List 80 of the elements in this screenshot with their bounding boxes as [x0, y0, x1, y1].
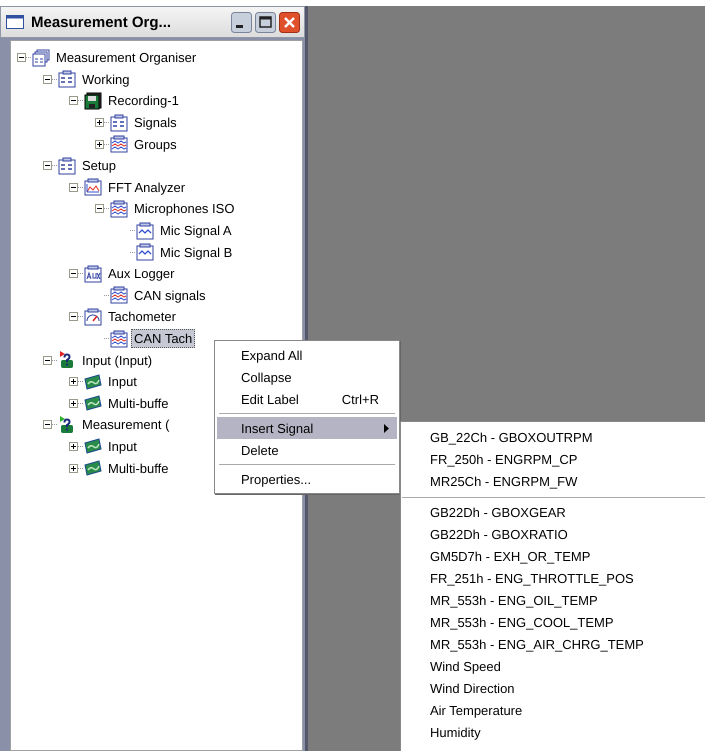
collapse-icon[interactable]	[43, 74, 52, 84]
submenu-arrow-icon	[384, 424, 389, 432]
menu-item[interactable]: GB22Dh - GBOXRATIO	[401, 524, 705, 546]
menu-item[interactable]: Wind Direction	[401, 678, 705, 700]
tree-item[interactable]: Tachometer	[105, 307, 179, 326]
aux-icon	[84, 264, 102, 283]
wave-icon	[84, 372, 102, 391]
close-button[interactable]	[279, 12, 300, 32]
documents-icon	[32, 48, 50, 67]
tree-item[interactable]: Measurement Organiser	[53, 48, 200, 68]
wave-icon	[84, 437, 102, 456]
chart-icon	[84, 178, 102, 196]
menu-item[interactable]: GB22Dh - GBOXGEAR	[401, 502, 705, 524]
collapse-icon[interactable]	[17, 53, 26, 62]
tree-item[interactable]: Input (Input)	[79, 350, 156, 370]
tree-item[interactable]: Mic Signal B	[157, 242, 236, 262]
floppy-disk-icon	[84, 92, 102, 110]
collapse-icon[interactable]	[95, 204, 104, 214]
waveform-group-icon	[110, 330, 128, 348]
tree-item[interactable]: Groups	[131, 134, 180, 154]
tree-item[interactable]: CAN signals	[131, 286, 209, 305]
collapse-icon[interactable]	[69, 269, 78, 278]
menu-item[interactable]: Properties...	[217, 468, 397, 490]
gauge-icon	[84, 308, 102, 326]
collapse-icon[interactable]	[69, 312, 78, 322]
menu-item[interactable]: Delete	[217, 439, 397, 461]
menu-item[interactable]: FR_250h - ENGRPM_CP	[401, 449, 705, 471]
window-title: Measurement Org...	[31, 14, 172, 30]
waveform-group-icon	[110, 286, 128, 304]
wave-icon	[84, 394, 102, 412]
menu-item[interactable]: MR_553h - ENG_COOL_TEMP	[401, 612, 705, 634]
document-icon	[58, 156, 76, 175]
document-icon	[110, 114, 128, 132]
tree-item[interactable]: Mic Signal A	[157, 221, 235, 240]
collapse-icon[interactable]	[43, 420, 52, 430]
tree-item[interactable]: Aux Logger	[105, 264, 178, 284]
expand-icon[interactable]	[95, 140, 104, 149]
waveform-icon	[136, 243, 154, 262]
tree-item[interactable]: Recording-1	[105, 91, 182, 110]
menu-item[interactable]: Wind Speed	[401, 656, 705, 678]
menu-item[interactable]: FR_251h - ENG_THROTTLE_POS	[401, 568, 705, 590]
expand-icon[interactable]	[95, 118, 104, 128]
collapse-icon[interactable]	[43, 161, 52, 170]
waveform-group-icon	[110, 135, 128, 154]
menu-item[interactable]: Collapse	[217, 366, 397, 388]
collapse-icon[interactable]	[69, 182, 78, 192]
tree-item[interactable]: Multi-buffe	[105, 458, 172, 478]
menu-item[interactable]: Insert Signal	[217, 417, 397, 439]
menu-item[interactable]: MR_553h - ENG_AIR_CHRG_TEMP	[401, 634, 705, 656]
tree-item[interactable]: Measurement (	[79, 415, 172, 434]
maximize-button[interactable]	[255, 12, 276, 32]
menu-item[interactable]: MR_553h - ENG_OIL_TEMP	[401, 590, 705, 612]
tree-item[interactable]: Microphones ISO	[131, 199, 238, 218]
menu-item[interactable]: MR25Ch - ENGRPM_FW	[401, 471, 705, 493]
minimize-button[interactable]	[231, 12, 252, 32]
tree-item[interactable]: Working	[79, 70, 132, 89]
menu-item[interactable]: GB_22Ch - GBOXOUTRPM	[401, 427, 705, 449]
tree-item[interactable]: Input	[105, 372, 140, 392]
menu-item[interactable]: Edit Label Ctrl+R	[217, 388, 397, 410]
menu-item[interactable]: GM5D7h - EXH_OR_TEMP	[401, 546, 705, 568]
tree-item[interactable]: Multi-buffe	[105, 394, 172, 413]
menu-item[interactable]: Air Temperature	[401, 700, 705, 722]
tree-item[interactable]: Setup	[79, 156, 119, 176]
expand-icon[interactable]	[69, 377, 78, 386]
expand-icon[interactable]	[69, 464, 78, 473]
collapse-icon[interactable]	[69, 96, 78, 106]
wave-icon	[84, 459, 102, 478]
waveform-group-icon	[110, 200, 128, 218]
menu-item[interactable]: Expand All	[217, 344, 397, 366]
collapse-icon[interactable]	[43, 356, 52, 365]
tree-item[interactable]: Input	[105, 436, 140, 456]
tree-item[interactable]: FFT Analyzer	[105, 178, 188, 197]
waveform-icon	[136, 222, 154, 240]
document-icon	[58, 70, 76, 88]
expand-icon[interactable]	[69, 398, 78, 408]
tree-item[interactable]: CAN Tach	[131, 329, 196, 348]
expand-icon[interactable]	[69, 442, 78, 451]
menu-item[interactable]: Humidity	[401, 722, 705, 744]
tree-item[interactable]: Signals	[131, 113, 180, 132]
window-icon	[6, 15, 24, 29]
